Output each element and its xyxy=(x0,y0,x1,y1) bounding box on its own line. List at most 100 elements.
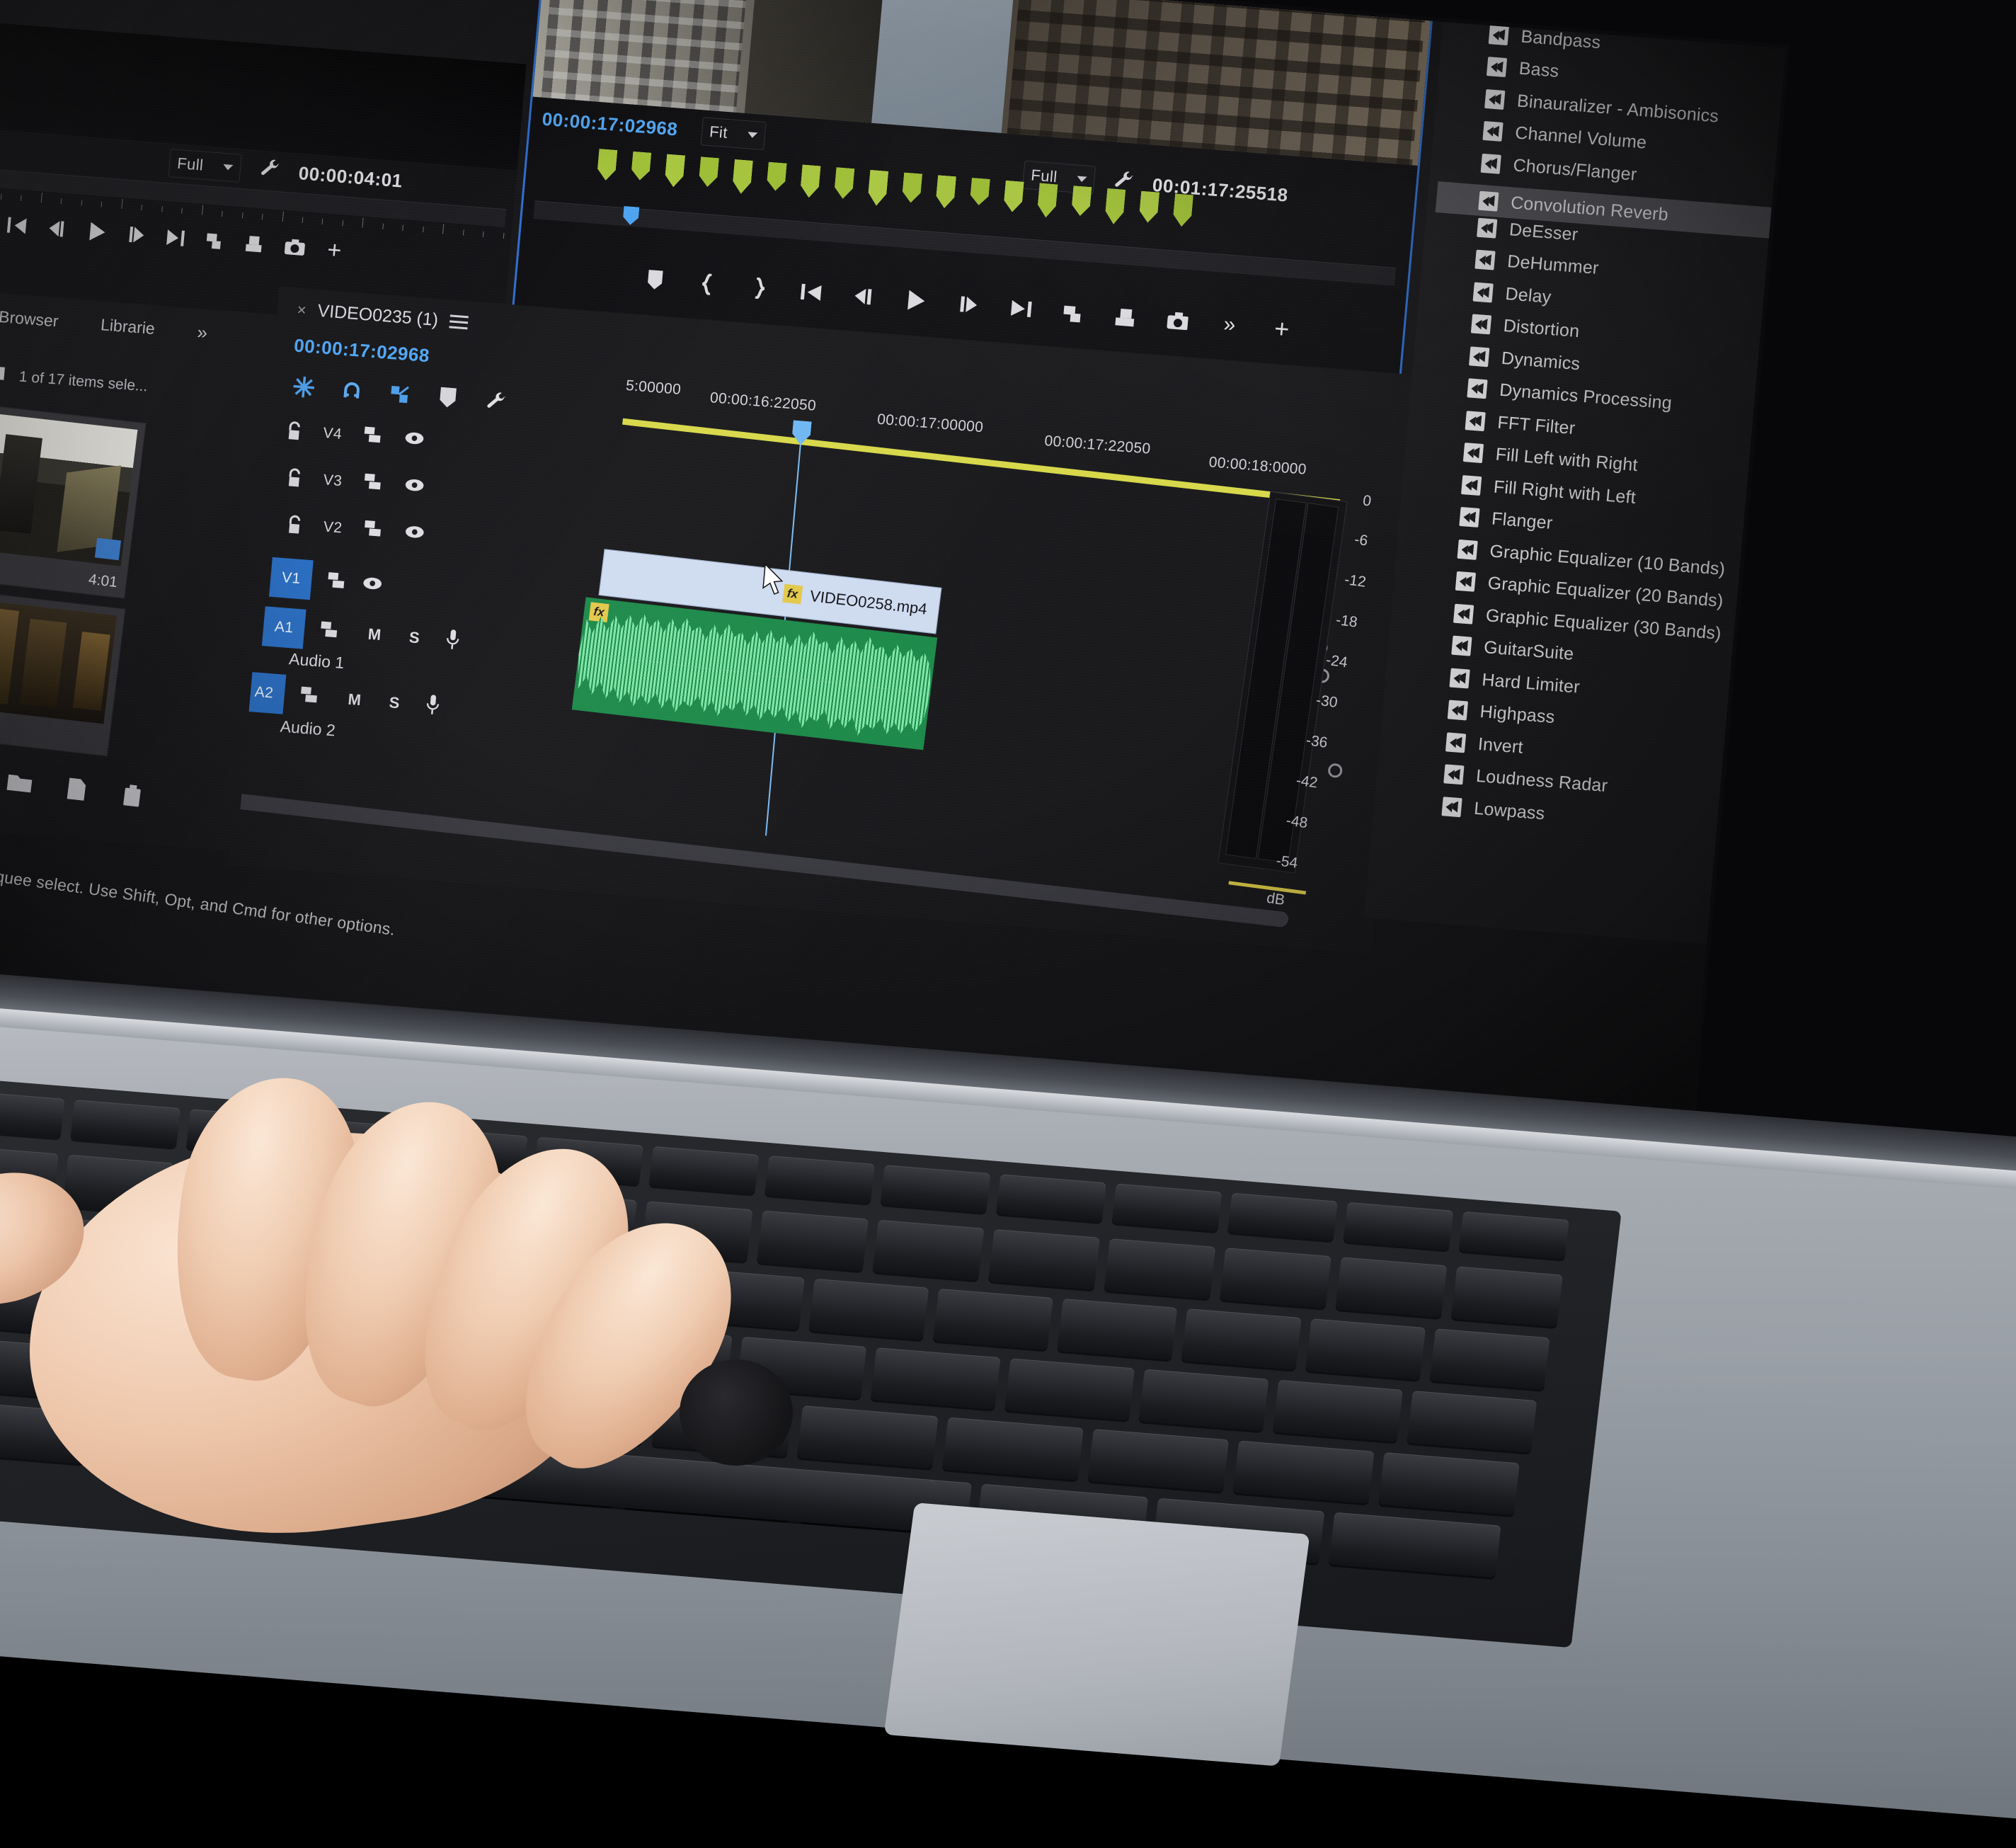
effect-list-item[interactable]: FFT Filter xyxy=(1465,410,1576,439)
effect-list-item[interactable]: Dynamics xyxy=(1469,346,1581,375)
effect-list-item[interactable]: Bass xyxy=(1487,56,1560,82)
keyboard-key[interactable] xyxy=(1104,1238,1215,1299)
keyboard-key[interactable] xyxy=(1343,1202,1453,1250)
timeline-tab[interactable]: × VIDEO0235 (1) xyxy=(297,300,469,333)
program-fit-select[interactable]: Fit xyxy=(701,117,767,150)
keyboard-key[interactable] xyxy=(1378,1452,1520,1515)
effect-list-item[interactable]: Delay xyxy=(1473,281,1552,307)
play-icon[interactable] xyxy=(86,220,109,243)
chevron-double-right-icon[interactable]: » xyxy=(196,321,208,344)
panel-menu-icon[interactable] xyxy=(449,314,469,329)
keyboard-key[interactable] xyxy=(1233,1441,1375,1504)
sync-lock-icon[interactable] xyxy=(299,685,321,708)
step-back-icon[interactable] xyxy=(852,285,876,308)
track-target-v1[interactable]: V1 xyxy=(269,557,314,600)
export-frame-icon[interactable] xyxy=(1166,309,1189,332)
keyboard-key[interactable] xyxy=(1407,1391,1537,1453)
magnet-snap-icon[interactable] xyxy=(339,378,365,404)
sync-lock-icon[interactable] xyxy=(319,620,341,643)
track-visibility-eye-icon[interactable] xyxy=(403,477,425,496)
sync-lock-icon[interactable] xyxy=(326,571,348,594)
go-to-in-point-icon[interactable] xyxy=(801,281,824,304)
keyboard-key[interactable] xyxy=(1459,1211,1569,1260)
overwrite-icon[interactable] xyxy=(244,233,267,256)
mute-track-button[interactable]: M xyxy=(347,690,362,709)
snap-in-timeline-icon[interactable] xyxy=(291,374,317,400)
effect-list-item[interactable]: DeHummer xyxy=(1474,249,1599,279)
effect-list-item[interactable]: Channel Volume xyxy=(1482,120,1647,154)
lift-icon[interactable] xyxy=(1061,302,1084,324)
solo-track-button[interactable]: S xyxy=(408,628,420,647)
track-visibility-eye-icon[interactable] xyxy=(362,575,383,594)
add-button-icon[interactable]: + xyxy=(1271,317,1294,340)
track-header-v4[interactable]: V4 xyxy=(285,419,425,452)
track-target-a1[interactable]: A1 xyxy=(262,606,307,649)
project-item-thumbnail-2[interactable] xyxy=(0,584,125,756)
effect-list-item[interactable]: Lowpass xyxy=(1441,796,1545,824)
keyboard-key[interactable] xyxy=(1451,1267,1563,1328)
effect-list-item[interactable]: Chorus/Flanger xyxy=(1481,152,1638,185)
step-forward-icon[interactable] xyxy=(957,293,980,316)
lock-icon[interactable] xyxy=(286,420,303,441)
wrench-icon[interactable] xyxy=(258,157,282,183)
lock-icon[interactable] xyxy=(286,467,303,489)
insert-icon[interactable] xyxy=(205,229,228,252)
mark-in-icon[interactable] xyxy=(696,273,719,295)
keyboard-key[interactable] xyxy=(1220,1248,1331,1308)
track-visibility-eye-icon[interactable] xyxy=(403,524,425,543)
timeline-settings-icon[interactable] xyxy=(483,389,509,415)
go-to-in-point-icon[interactable] xyxy=(6,215,30,237)
sync-lock-icon[interactable] xyxy=(362,472,384,496)
program-current-timecode[interactable]: 00:00:17:02968 xyxy=(542,108,679,140)
timeline-timecode[interactable]: 00:00:17:02968 xyxy=(293,334,430,367)
source-timecode[interactable]: 00:00:04:01 xyxy=(298,162,403,192)
effect-list-item[interactable]: Hard Limiter xyxy=(1449,667,1581,697)
marker-icon[interactable] xyxy=(435,385,461,411)
effect-list-item[interactable]: Fill Right with Left xyxy=(1461,474,1637,508)
mute-track-button[interactable]: M xyxy=(367,625,382,644)
export-frame-icon[interactable] xyxy=(283,236,307,258)
effect-list-item[interactable]: Flanger xyxy=(1459,506,1553,534)
keyboard-key[interactable] xyxy=(1273,1380,1403,1442)
step-forward-icon[interactable] xyxy=(125,224,149,246)
step-back-icon[interactable] xyxy=(46,217,69,240)
project-folder-icon[interactable] xyxy=(0,360,6,385)
project-item-thumbnail[interactable]: ...Mp4 4:01 xyxy=(0,399,147,599)
sync-lock-icon[interactable] xyxy=(362,519,384,542)
keyboard-key[interactable] xyxy=(1139,1369,1269,1432)
keyboard-key[interactable] xyxy=(1111,1184,1222,1232)
effect-list-item[interactable]: Binauralizer - Ambisonics xyxy=(1484,88,1719,127)
keyboard-key[interactable] xyxy=(1329,1512,1501,1578)
effect-list-item[interactable]: Dynamics Processing xyxy=(1467,377,1673,413)
keyboard-key[interactable] xyxy=(1335,1257,1447,1318)
keyboard-key[interactable] xyxy=(1305,1318,1426,1380)
go-to-out-point-icon[interactable] xyxy=(165,227,188,249)
effect-list-item[interactable]: Invert xyxy=(1445,731,1524,758)
microphone-icon[interactable] xyxy=(424,693,442,719)
add-button-icon[interactable]: + xyxy=(323,239,346,261)
solo-track-button[interactable]: S xyxy=(389,693,401,712)
linked-selection-icon[interactable] xyxy=(386,382,413,408)
new-item-icon[interactable] xyxy=(67,777,88,804)
effect-list-item[interactable]: Fill Left with Right xyxy=(1463,442,1639,476)
tab-libraries[interactable]: Librarie xyxy=(100,315,156,338)
go-to-out-point-icon[interactable] xyxy=(1009,297,1033,320)
tab-media-browser[interactable]: Media Browser xyxy=(0,304,59,331)
mark-out-icon[interactable] xyxy=(748,277,772,300)
extract-icon[interactable] xyxy=(1113,305,1137,328)
close-icon[interactable]: × xyxy=(297,300,307,319)
keyboard-key[interactable] xyxy=(1430,1328,1550,1390)
track-visibility-eye-icon[interactable] xyxy=(403,430,425,450)
play-icon[interactable] xyxy=(905,289,928,312)
keyboard-key[interactable] xyxy=(1181,1308,1302,1370)
lock-icon[interactable] xyxy=(286,514,303,535)
effect-list-item[interactable]: Loudness Radar xyxy=(1443,763,1608,797)
track-header-v3[interactable]: V3 xyxy=(286,466,425,498)
effect-list-item[interactable]: Highpass xyxy=(1448,699,1556,728)
button-editor-icon[interactable]: » xyxy=(1218,314,1242,336)
source-scale-select[interactable]: Full xyxy=(168,149,242,183)
keyboard-key[interactable] xyxy=(1227,1193,1338,1241)
effect-list-item[interactable]: Distortion xyxy=(1471,313,1581,342)
delete-icon[interactable] xyxy=(121,784,142,811)
add-marker-icon[interactable] xyxy=(643,269,667,292)
